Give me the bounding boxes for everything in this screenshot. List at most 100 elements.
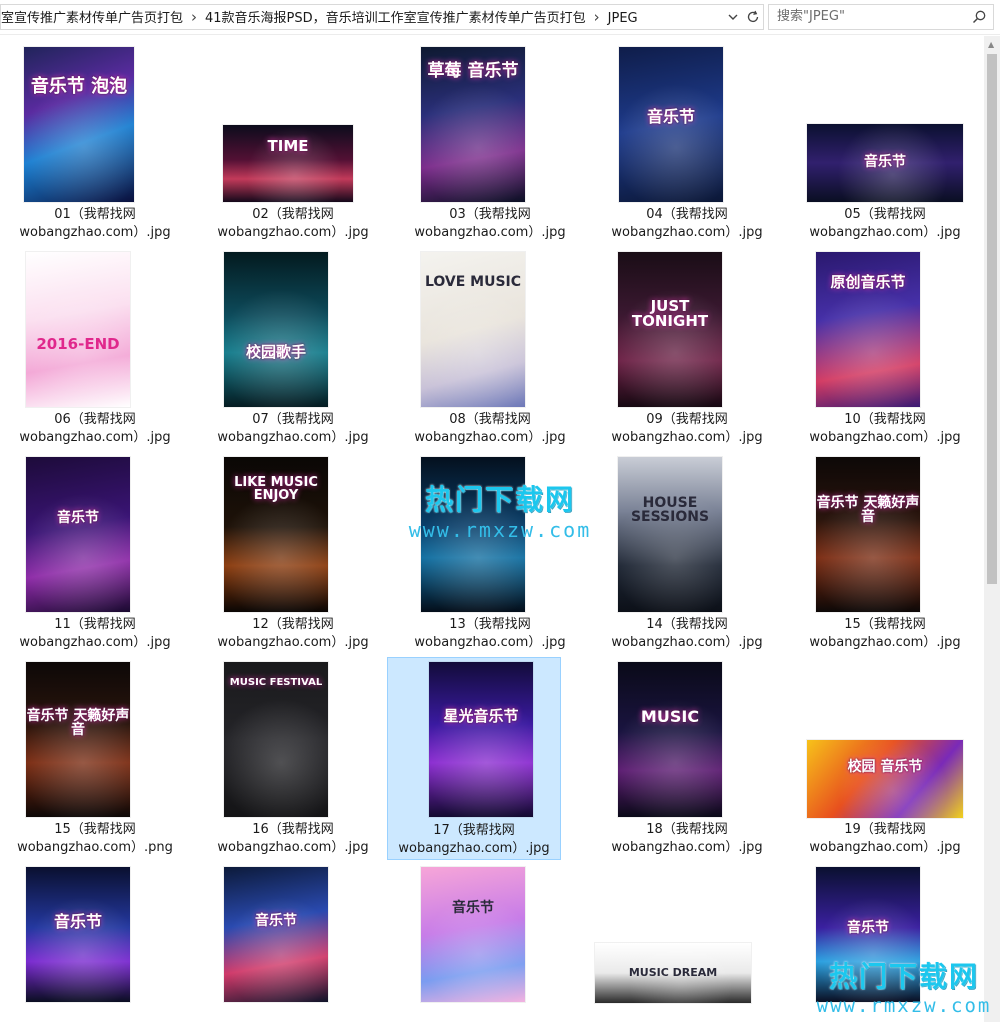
search-input[interactable]: 搜索"JPEG"	[768, 4, 994, 30]
poster-title: 音乐节	[452, 899, 494, 916]
poster-title: 音乐节	[57, 510, 99, 527]
poster-title: 音乐节	[53, 912, 102, 932]
poster-title: MUSIC DREAM	[628, 966, 718, 979]
file-name-line2: wobangzhao.com）.jpg	[611, 840, 763, 855]
breadcrumb-item-current[interactable]: JPEG	[608, 11, 638, 26]
file-name-line2: wobangzhao.com）.jpg	[611, 635, 763, 650]
file-name-line1: 16（我帮找网	[252, 822, 334, 837]
file-name-line2: wobangzhao.com）.jpg	[19, 225, 171, 240]
file-thumbnail: MUSIC DREAM	[595, 943, 751, 1003]
file-thumbnail: MUSIC FESTIVAL	[224, 662, 328, 817]
file-thumbnail: MUSIC	[618, 662, 722, 817]
file-item[interactable]: 草莓 音乐节 03（我帮找网 wobangzhao.com）.jpg	[403, 36, 577, 241]
file-item[interactable]: 音乐节	[206, 856, 380, 1022]
file-name-line1: 06（我帮找网	[54, 412, 136, 427]
file-item[interactable]: LIKE MUSIC ENJOY 12（我帮找网 wobangzhao.com）.j…	[206, 446, 380, 651]
poster-light-effect	[429, 662, 533, 817]
file-item[interactable]: MUSIC DREAM	[595, 856, 774, 1022]
poster-light-effect	[26, 252, 130, 407]
poster-title: 音乐节	[255, 913, 297, 930]
file-name-line2: wobangzhao.com）.jpg	[217, 430, 369, 445]
file-item[interactable]: MUSIC FESTIVAL 16（我帮找网 wobangzhao.com）.jpg	[206, 651, 380, 856]
address-bar[interactable]: 室宣传推广素材传单广告页打包 › 41款音乐海报PSD，音乐培训工作室宣传推广素材传…	[0, 4, 764, 30]
file-item[interactable]: 音乐节	[403, 856, 577, 1022]
file-thumbnail: 2016-END	[26, 252, 130, 407]
file-name-line2: wobangzhao.com）.png	[17, 840, 173, 855]
file-item[interactable]: 音乐节 04（我帮找网 wobangzhao.com）.jpg	[600, 36, 774, 241]
file-thumbnail: 校园 音乐节	[807, 740, 963, 818]
file-item[interactable]: MUSIC 18（我帮找网 wobangzhao.com）.jpg	[600, 651, 774, 856]
chevron-down-icon	[728, 14, 738, 20]
file-thumbnail: 原创音乐节	[816, 252, 920, 407]
file-item[interactable]: 校园歌手 07（我帮找网 wobangzhao.com）.jpg	[206, 241, 380, 446]
poster-title: TIME	[267, 136, 309, 155]
file-thumbnail: 音乐节	[816, 867, 920, 1002]
file-thumbnail: 音乐节	[421, 867, 525, 1002]
file-name-line1: 01（我帮找网	[54, 207, 136, 222]
poster-title: 草莓 音乐节	[427, 60, 519, 81]
file-item[interactable]: 音乐节 11（我帮找网 wobangzhao.com）.jpg	[8, 446, 182, 651]
vertical-scrollbar[interactable]: ▲	[984, 36, 1000, 1022]
breadcrumb-item-folder[interactable]: 41款音乐海报PSD，音乐培训工作室宣传推广素材传单广告页打包	[205, 11, 586, 26]
file-item[interactable]: HOUSE SESSIONS 14（我帮找网 wobangzhao.com）.jpg	[600, 446, 774, 651]
breadcrumb-separator-icon[interactable]: ›	[183, 5, 205, 29]
file-name-line1: 09（我帮找网	[646, 412, 728, 427]
poster-title: 音乐节	[847, 920, 889, 936]
scrollbar-thumb[interactable]	[987, 54, 997, 584]
file-name-line1: 15（我帮找网	[844, 617, 926, 632]
refresh-button[interactable]	[743, 5, 763, 29]
file-item[interactable]: 原创音乐节 10（我帮找网 wobangzhao.com）.jpg	[798, 241, 972, 446]
poster-light-effect	[24, 47, 134, 202]
file-name-line2: wobangzhao.com）.jpg	[217, 225, 369, 240]
poster-light-effect	[618, 662, 722, 817]
poster-title: LIKE MUSIC ENJOY	[234, 474, 318, 504]
address-history-dropdown[interactable]	[723, 5, 743, 29]
poster-light-effect	[421, 457, 525, 612]
file-name-line1: 02（我帮找网	[252, 207, 334, 222]
poster-title: 音乐节 天籁好声音	[816, 494, 920, 526]
file-item[interactable]: 音乐节 天籁好声音 15（我帮找网 wobangzhao.com）.jpg	[798, 446, 972, 651]
file-name-line1: 10（我帮找网	[844, 412, 926, 427]
file-item[interactable]: 音乐节	[798, 856, 972, 1022]
file-name-line2: wobangzhao.com）.jpg	[217, 840, 369, 855]
search-placeholder: 搜索"JPEG"	[777, 9, 845, 24]
file-thumbnail: 音乐节	[26, 867, 130, 1002]
file-thumbnail: 校园歌手	[224, 252, 328, 407]
poster-title: 校园歌手	[245, 343, 306, 361]
breadcrumb-item-parent[interactable]: 室宣传推广素材传单广告页打包	[1, 11, 183, 26]
file-name-line2: wobangzhao.com）.jpg	[611, 430, 763, 445]
file-item[interactable]: 音乐节 05（我帮找网 wobangzhao.com）.jpg	[798, 36, 972, 241]
file-item[interactable]: 音乐节	[8, 856, 182, 1022]
scroll-up-arrow-icon[interactable]: ▲	[988, 40, 994, 49]
file-item[interactable]: TIME 02（我帮找网 wobangzhao.com）.jpg	[206, 36, 380, 241]
poster-title: 音乐节	[646, 107, 695, 126]
file-name-line2: wobangzhao.com）.jpg	[809, 840, 961, 855]
poster-light-effect	[816, 457, 920, 612]
poster-title: 音乐节 天籁好声音	[26, 707, 130, 739]
file-name-line2: wobangzhao.com）.jpg	[414, 430, 566, 445]
file-name-line2: wobangzhao.com）.jpg	[19, 635, 171, 650]
file-name-line2: wobangzhao.com）.jpg	[809, 225, 961, 240]
file-grid: 音乐节 泡泡 01（我帮找网 wobangzhao.com）.jpg TIME 02（我…	[0, 36, 982, 1022]
file-name-line1: 18（我帮找网	[646, 822, 728, 837]
file-name-line1: 17（我帮找网	[433, 823, 515, 838]
poster-light-effect	[26, 457, 130, 612]
file-thumbnail: TIME	[223, 125, 353, 202]
file-item[interactable]: 2016-END 06（我帮找网 wobangzhao.com）.jpg	[8, 241, 182, 446]
poster-title: 星光音乐节	[443, 706, 519, 725]
file-item[interactable]: JUST TONIGHT 09（我帮找网 wobangzhao.com）.jpg	[600, 241, 774, 446]
file-thumbnail: 音乐节 天籁好声音	[816, 457, 920, 612]
file-item[interactable]: LOVE MUSIC 08（我帮找网 wobangzhao.com）.jpg	[403, 241, 577, 446]
file-item[interactable]: 校园 音乐节 19（我帮找网 wobangzhao.com）.jpg	[798, 651, 972, 856]
file-item[interactable]: 星光音乐节 17（我帮找网 wobangzhao.com）.jpg	[387, 657, 561, 860]
file-item[interactable]: 音乐节 天籁好声音 15（我帮找网 wobangzhao.com）.png	[8, 651, 182, 856]
file-thumbnail: LIKE MUSIC ENJOY	[224, 457, 328, 612]
file-name-line2: wobangzhao.com）.jpg	[19, 430, 171, 445]
file-name-line2: wobangzhao.com）.jpg	[809, 635, 961, 650]
file-item[interactable]: 13（我帮找网 wobangzhao.com）.jpg	[403, 446, 577, 651]
file-item[interactable]: 音乐节 泡泡 01（我帮找网 wobangzhao.com）.jpg	[8, 36, 182, 241]
search-icon[interactable]	[971, 9, 987, 25]
breadcrumb-separator-icon[interactable]: ›	[586, 5, 608, 29]
file-name-line2: wobangzhao.com）.jpg	[414, 225, 566, 240]
poster-title: LOVE MUSIC	[424, 274, 522, 291]
